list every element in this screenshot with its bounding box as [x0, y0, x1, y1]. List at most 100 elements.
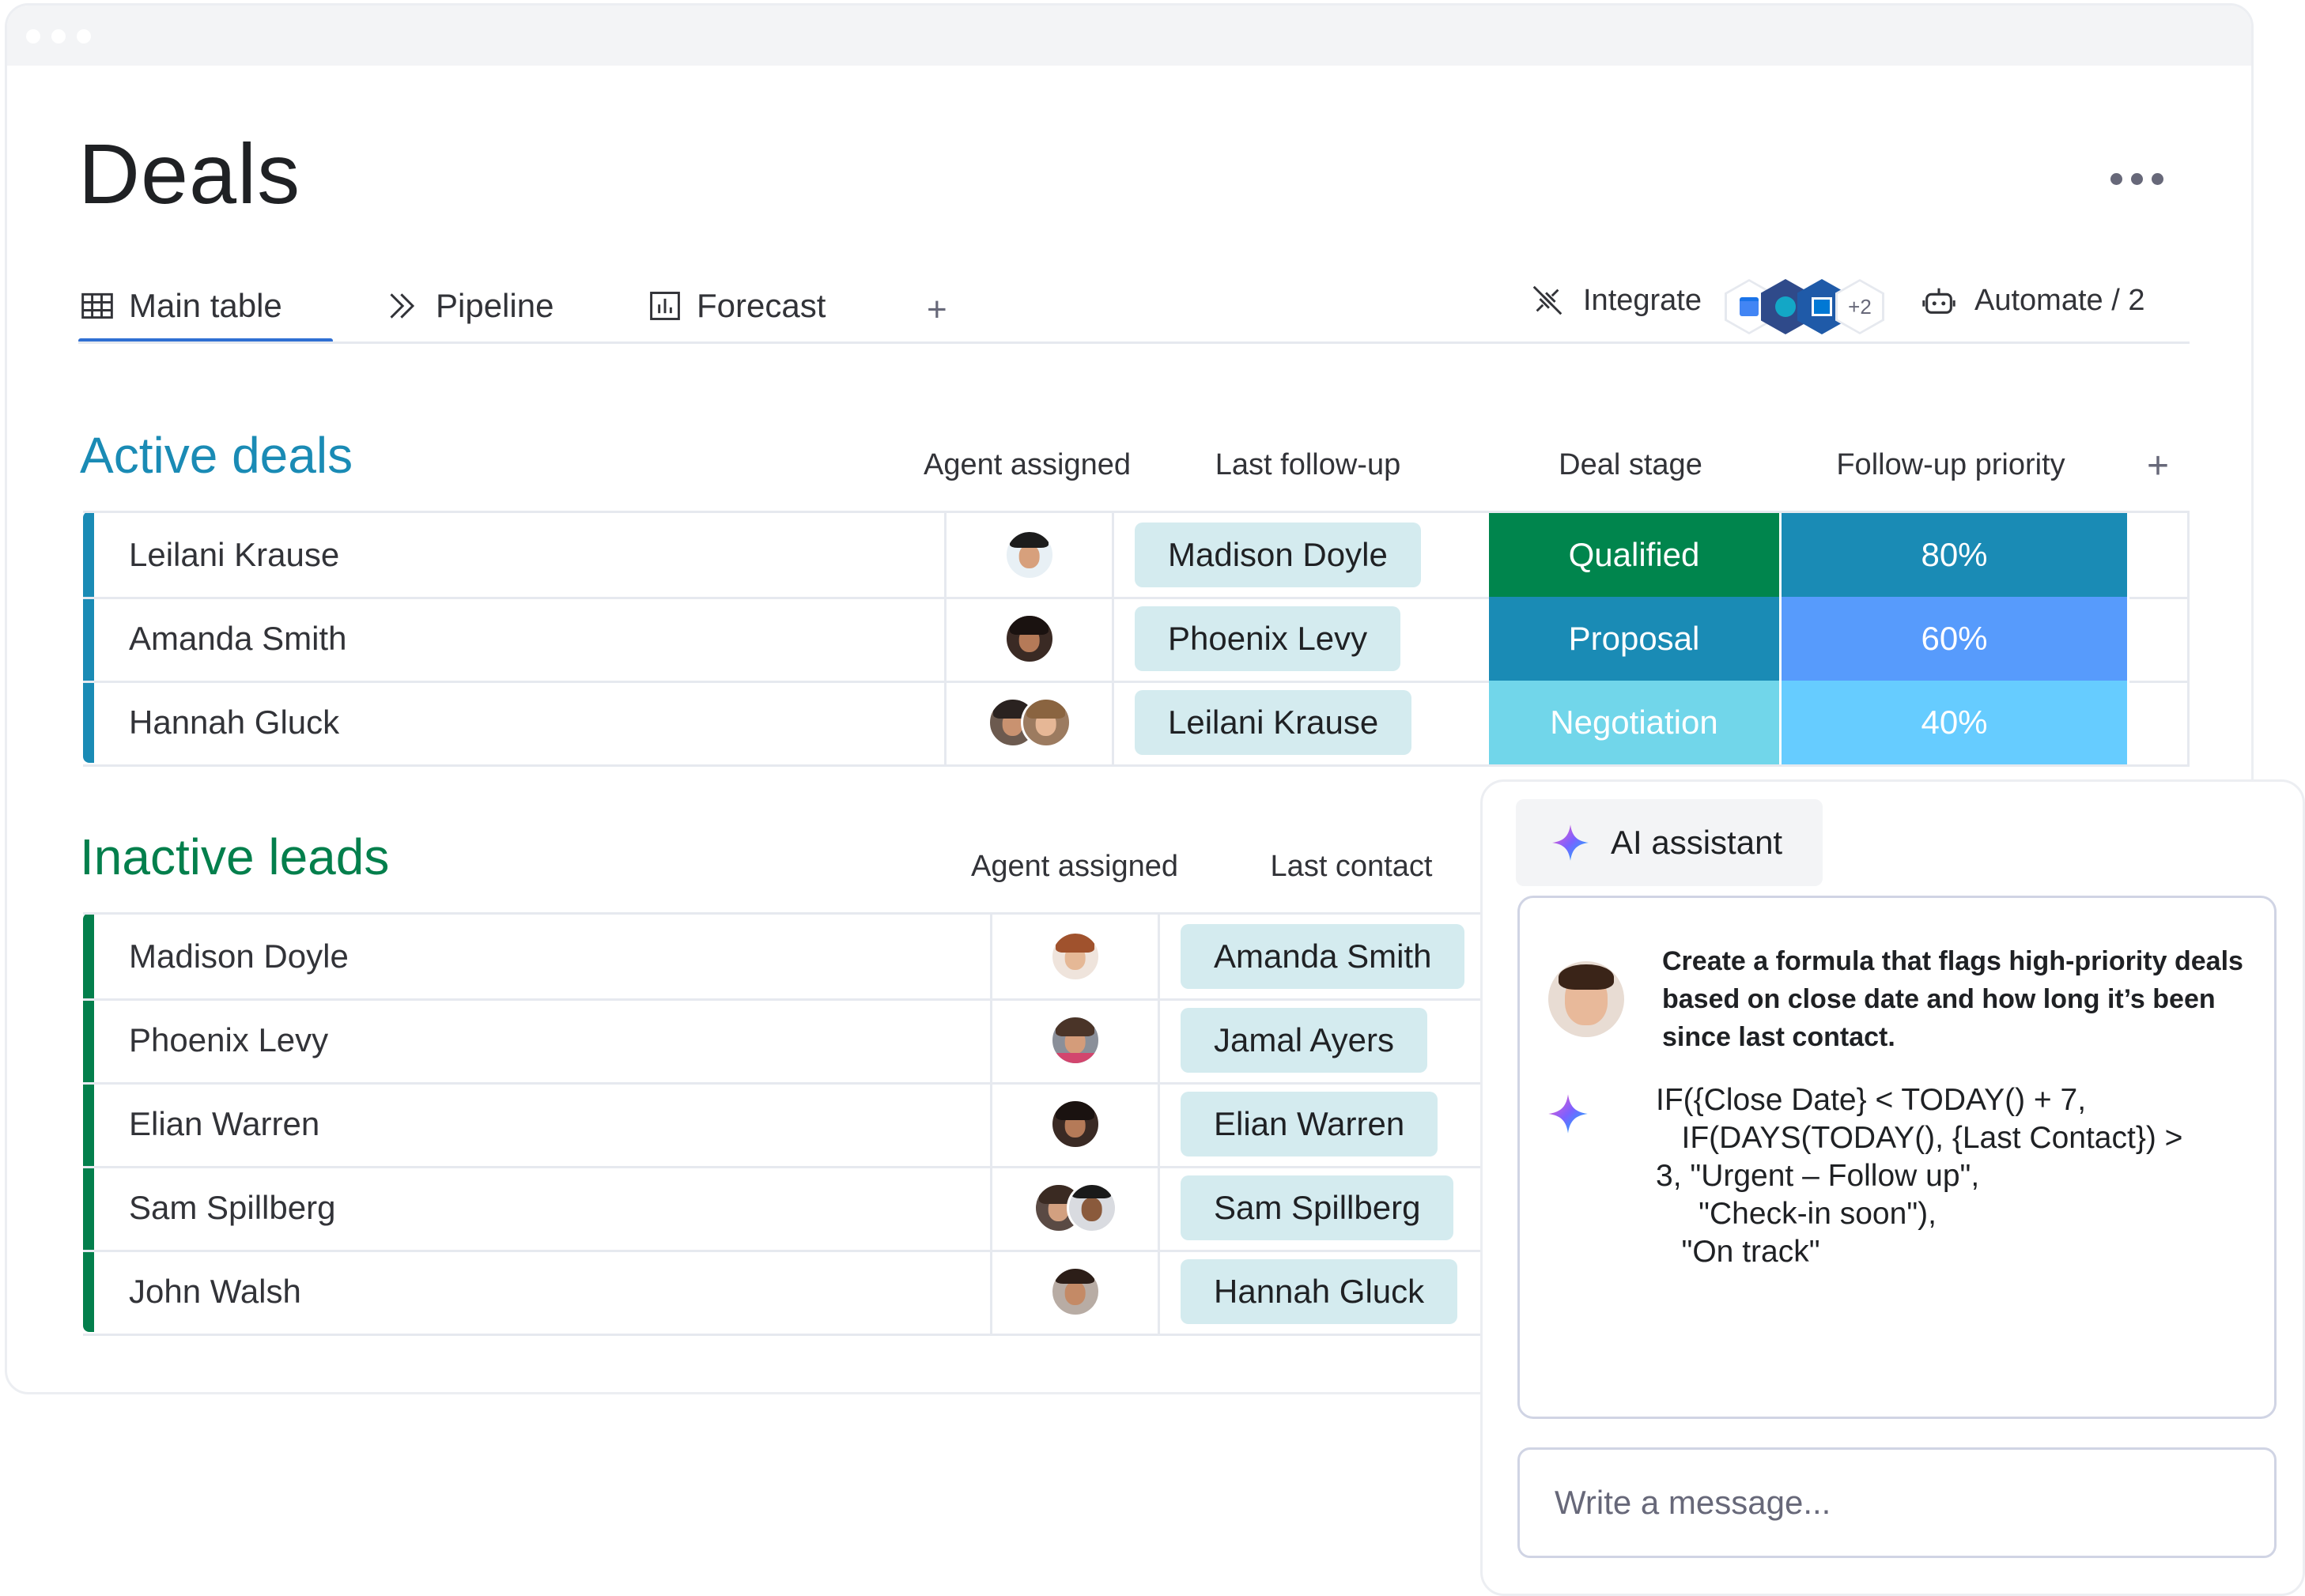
pipeline-icon	[390, 293, 415, 319]
agent-cell[interactable]	[992, 915, 1160, 998]
table-row[interactable]: Leilani Krause Madison Doyle Qualified 8…	[83, 513, 2190, 599]
last-contact-cell[interactable]: Amanda Smith	[1181, 915, 1506, 998]
avatar	[1003, 530, 1055, 580]
window-dot	[51, 29, 66, 43]
priority-cell[interactable]: 60%	[1782, 597, 2129, 681]
more-options-icon[interactable]	[2110, 173, 2163, 185]
tab-label: Forecast	[697, 287, 826, 324]
person-pill: Leilani Krause	[1135, 690, 1412, 755]
avatar	[1020, 697, 1071, 748]
ai-formula-response: IF({Close Date} < TODAY() + 7, IF(DAYS(T…	[1656, 1083, 2183, 1269]
table-row[interactable]: Sam Spillberg Sam Spillberg	[83, 1166, 1506, 1252]
calendar-icon	[1740, 297, 1759, 316]
table-row[interactable]: Elian Warren Elian Warren	[83, 1082, 1506, 1168]
table-row[interactable]: Hannah Gluck Leilani Krause Negotiation …	[83, 681, 2190, 767]
person-pill: Amanda Smith	[1181, 924, 1465, 989]
table-row[interactable]: John Walsh Hannah Gluck	[83, 1250, 1506, 1336]
tab-forecast[interactable]: Forecast	[648, 282, 826, 330]
column-header-last-contact: Last contact	[1270, 850, 1433, 883]
automate-label: Automate / 2	[1974, 283, 2145, 317]
person-pill: Elian Warren	[1181, 1092, 1438, 1156]
robot-icon	[1922, 288, 1955, 314]
window-dot	[26, 29, 40, 43]
user-avatar	[1548, 961, 1624, 1037]
column-header-last-follow-up: Last follow-up	[1215, 448, 1401, 481]
agent-cell[interactable]	[947, 681, 1114, 764]
person-pill: Madison Doyle	[1135, 523, 1421, 587]
user-prompt: Create a formula that flags high-priorit…	[1662, 946, 2243, 1052]
deal-name-cell[interactable]: Amanda Smith	[83, 597, 947, 681]
chart-icon	[650, 292, 680, 320]
group-title-active-deals: Active deals	[80, 427, 353, 484]
ai-assistant-label: AI assistant	[1611, 824, 1783, 861]
agent-cell[interactable]	[992, 1082, 1160, 1166]
agent-cell[interactable]	[992, 998, 1160, 1082]
person-pill: Jamal Ayers	[1181, 1008, 1427, 1073]
tab-pipeline[interactable]: Pipeline	[387, 282, 554, 330]
last-contact-cell[interactable]: Elian Warren	[1181, 1082, 1506, 1166]
agent-cell[interactable]	[947, 597, 1114, 681]
avatar-group	[1033, 1183, 1117, 1233]
deal-name-cell[interactable]: Hannah Gluck	[83, 681, 947, 764]
table-row[interactable]: Madison Doyle Amanda Smith	[83, 915, 1506, 1001]
table-row[interactable]: Amanda Smith Phoenix Levy Proposal 60%	[83, 597, 2190, 683]
outlook-icon	[1812, 297, 1832, 316]
avatar	[1066, 1183, 1117, 1233]
lead-name-cell[interactable]: Phoenix Levy	[83, 998, 992, 1082]
agent-cell[interactable]	[992, 1166, 1160, 1250]
sparkle-icon	[1552, 824, 1589, 861]
priority-cell[interactable]: 40%	[1782, 681, 2129, 764]
tab-label: Main table	[129, 287, 282, 324]
tab-label: Pipeline	[436, 287, 554, 324]
ai-assistant-button[interactable]: AI assistant	[1516, 799, 1823, 886]
deal-name-cell[interactable]: Leilani Krause	[83, 513, 947, 597]
person-pill: Sam Spillberg	[1181, 1175, 1454, 1240]
person-pill: Hannah Gluck	[1181, 1259, 1458, 1324]
integrate-button[interactable]: Integrate	[1529, 282, 1702, 319]
integrations-more: +2	[1838, 281, 1882, 332]
integration-badges[interactable]: +2	[1725, 279, 1891, 336]
column-header-agent: Agent assigned	[971, 850, 1178, 883]
deal-stage-qualified[interactable]: Qualified	[1489, 513, 1782, 597]
table-row[interactable]: Phoenix Levy Jamal Ayers	[83, 998, 1506, 1085]
add-column-button[interactable]: +	[2134, 444, 2182, 488]
tab-main-table[interactable]: Main table	[80, 282, 282, 330]
group-title-inactive-leads: Inactive leads	[80, 828, 390, 885]
person-pill: Phoenix Levy	[1135, 606, 1401, 671]
teams-icon	[1775, 296, 1796, 317]
window-dot	[77, 29, 91, 43]
avatar	[1049, 1015, 1101, 1066]
lead-name-cell[interactable]: Madison Doyle	[83, 915, 992, 998]
ai-conversation: Create a formula that flags high-priorit…	[1517, 896, 2277, 1419]
add-view-button[interactable]: +	[927, 290, 947, 330]
message-input[interactable]	[1517, 1447, 2277, 1558]
integrate-icon	[1532, 285, 1562, 315]
agent-cell[interactable]	[992, 1250, 1160, 1334]
window-titlebar	[7, 6, 2251, 66]
sparkle-icon	[1548, 1094, 1588, 1134]
avatar	[1003, 613, 1055, 664]
avatar	[1049, 1266, 1101, 1317]
agent-cell[interactable]	[947, 513, 1114, 597]
lead-name-cell[interactable]: Elian Warren	[83, 1082, 992, 1166]
lead-name-cell[interactable]: Sam Spillberg	[83, 1166, 992, 1250]
integrate-label: Integrate	[1583, 283, 1702, 317]
priority-cell[interactable]: 80%	[1782, 513, 2129, 597]
column-header-deal-stage: Deal stage	[1559, 448, 1702, 481]
avatar-group	[987, 697, 1071, 748]
deal-stage-negotiation[interactable]: Negotiation	[1489, 681, 1782, 764]
ai-assistant-panel: AI assistant Create a formula that flags…	[1480, 779, 2305, 1596]
automate-button[interactable]: Automate / 2	[1921, 282, 2144, 319]
page-title: Deals	[78, 126, 301, 221]
column-header-agent: Agent assigned	[924, 448, 1131, 481]
inactive-leads-table: Madison Doyle Amanda Smith Phoenix Levy …	[83, 912, 1506, 1336]
avatar	[1049, 931, 1101, 982]
avatar	[1049, 1099, 1101, 1149]
tabs-divider	[78, 341, 2190, 344]
column-header-priority: Follow-up priority	[1836, 448, 2065, 481]
last-contact-cell[interactable]: Jamal Ayers	[1181, 998, 1506, 1082]
last-contact-cell[interactable]: Sam Spillberg	[1181, 1166, 1506, 1250]
deal-stage-proposal[interactable]: Proposal	[1489, 597, 1782, 681]
last-contact-cell[interactable]: Hannah Gluck	[1181, 1250, 1506, 1334]
lead-name-cell[interactable]: John Walsh	[83, 1250, 992, 1334]
